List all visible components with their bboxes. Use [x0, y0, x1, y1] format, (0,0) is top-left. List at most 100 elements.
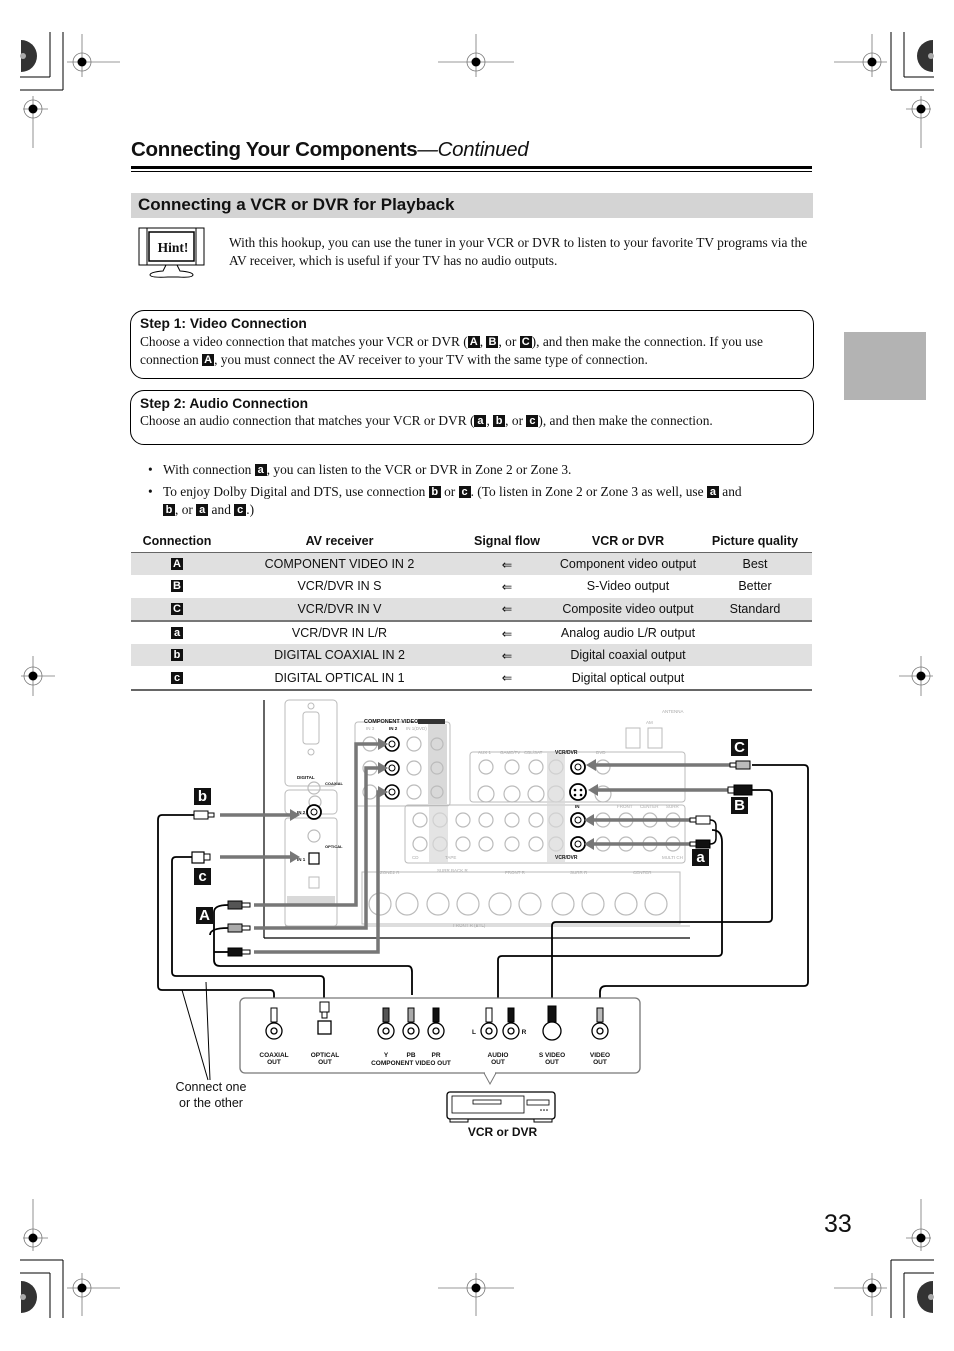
cd-label: CD	[412, 855, 419, 860]
quality-cell	[698, 666, 812, 691]
connection-badge: A	[171, 558, 183, 571]
receiver-cell: COMPONENT VIDEO IN 2	[223, 552, 456, 576]
multi-ch-label: MULTI CH	[662, 855, 683, 860]
signal-flow-arrow: ⇐	[456, 666, 558, 691]
composite-plug-C	[729, 760, 751, 770]
am-label: AM	[646, 720, 653, 725]
surr-label: SURR	[666, 804, 680, 809]
component-video-out-label: COMPONENT VIDEO OUT	[371, 1060, 451, 1067]
signal-flow-arrow: ⇐	[501, 579, 513, 594]
pb-label: PB	[406, 1052, 415, 1059]
optical-in1-jack	[308, 852, 320, 865]
col-header-signal-flow: Signal flow	[456, 530, 558, 553]
optical-label: OPTICAL	[325, 844, 343, 849]
component-video-label: COMPONENT VIDEO	[364, 719, 419, 725]
title-rule	[131, 166, 812, 169]
connection-badge: C	[171, 602, 183, 615]
svideo-out-label: S VIDEO	[539, 1052, 565, 1059]
front-r-btl-label: FRONT R (BTL)	[453, 923, 486, 928]
svg-text:OUT: OUT	[491, 1059, 505, 1066]
source-cell: S-Video output	[586, 579, 670, 594]
connection-badge: c	[171, 671, 183, 684]
badge-a: a	[692, 849, 709, 866]
vcr-dvr-label: VCR or DVR	[467, 1125, 538, 1139]
receiver-cell: VCR/DVR IN L/R	[291, 626, 388, 641]
hint-text: With this hookup, you can use the tuner …	[229, 235, 808, 268]
surr-back-r-label: SURR BACK R	[437, 868, 469, 873]
svg-text:OUT: OUT	[593, 1059, 607, 1066]
signal-flow-arrow: ⇐	[456, 597, 558, 622]
analog-plugs-a	[689, 815, 717, 849]
digital-coaxial-in2-jack	[306, 804, 322, 820]
optical-out-label: OPTICAL	[311, 1052, 340, 1059]
quality-cell	[698, 621, 812, 644]
source-cell: Digital optical output	[558, 666, 698, 691]
chapter-tab	[844, 332, 926, 400]
section-title: Connecting a VCR or DVR for Playback	[138, 195, 455, 214]
connection-table: Connection AV receiver Signal flow VCR o…	[131, 530, 812, 691]
step1-box: Step 1: Video Connection Choose a video …	[130, 310, 814, 379]
in1-dvd-label: IN 1(DVD)	[406, 726, 427, 731]
game-tv-label: GAME/TV	[500, 750, 520, 755]
badge-A: A	[196, 907, 213, 924]
vcr-in-label: IN	[575, 804, 580, 809]
badge-C: C	[731, 739, 748, 756]
center-sp-label: CENTER	[633, 870, 652, 875]
quality-cell	[698, 644, 812, 667]
table-row: b DIGITAL COAXIAL IN 2 ⇐ Digital coaxial…	[131, 644, 812, 667]
video-out-label: VIDEO	[590, 1052, 610, 1059]
badge-B: B	[486, 336, 499, 348]
in2-label: IN 2	[389, 726, 398, 731]
badge-c: c	[526, 415, 539, 427]
step2-heading: Step 2: Audio Connection	[140, 396, 309, 411]
badge-B: B	[731, 797, 748, 814]
title-rule-thin	[131, 171, 812, 172]
badge-C: C	[519, 336, 532, 348]
receiver-cell: VCR/DVR IN V	[223, 597, 456, 622]
receiver-cell: DIGITAL OPTICAL IN 1	[223, 666, 456, 691]
vcr-dvr-label: VCR/DVR	[555, 750, 578, 756]
step1-heading: Step 1: Video Connection	[140, 316, 307, 331]
badge-A: A	[467, 336, 480, 348]
in3-label: IN 3	[366, 726, 375, 731]
quality-cell: Standard	[698, 597, 812, 622]
source-cell: Digital coaxial output	[558, 644, 698, 667]
badge-c: c	[194, 868, 211, 885]
connection-badge: B	[171, 580, 183, 593]
pr-label: PR	[431, 1052, 440, 1059]
badge-c: c	[234, 504, 247, 516]
center-label: CENTER	[640, 804, 659, 809]
page-title: Connecting Your Components—Continued	[131, 138, 529, 161]
badge-A: A	[202, 354, 215, 366]
col-header-connection: Connection	[131, 530, 223, 553]
tape-label: TAPE	[445, 855, 456, 860]
aux1-label: AUX 1	[478, 750, 492, 755]
connection-badge: b	[171, 649, 183, 662]
badge-c: c	[458, 486, 471, 498]
dvd-label: DVD	[596, 750, 606, 755]
quality-cell: Best	[698, 552, 812, 576]
svg-text:OUT: OUT	[545, 1059, 559, 1066]
svg-text:OUT: OUT	[318, 1059, 332, 1066]
badge-a: a	[474, 415, 487, 427]
connection-badge: a	[171, 627, 183, 640]
connection-diagram: COMPONENT VIDEO IN 3 IN 2 IN 1(DVD) DIGI…	[157, 699, 809, 1123]
coaxial-label: COAXIAL	[325, 781, 344, 786]
audio-l-label: L	[472, 1029, 476, 1036]
coax-plug-b	[193, 810, 215, 820]
quality-cell: Better	[738, 579, 772, 594]
bullet-list: With connection a, you can listen to the…	[148, 459, 818, 519]
coaxial-out-label: COAXIAL	[259, 1052, 288, 1059]
step1-text: Choose a video connection that matches y…	[140, 334, 763, 367]
badge-b: b	[194, 788, 211, 805]
front-r-label: FRONT R	[505, 870, 526, 875]
badge-b: b	[163, 504, 175, 516]
digital-label: DIGITAL	[297, 775, 315, 780]
table-row: A COMPONENT VIDEO IN 2 ⇐ Component video…	[131, 552, 812, 576]
optical-plug-c	[191, 851, 211, 864]
table-row: a VCR/DVR IN L/R ⇐ Analog audio L/R outp…	[131, 621, 812, 644]
badge-b: b	[493, 415, 506, 427]
bullet-item: To enjoy Dolby Digital and DTS, use conn…	[148, 483, 818, 519]
page-number: 33	[824, 1210, 852, 1238]
receiver-cell: DIGITAL COAXIAL IN 2	[223, 644, 456, 667]
